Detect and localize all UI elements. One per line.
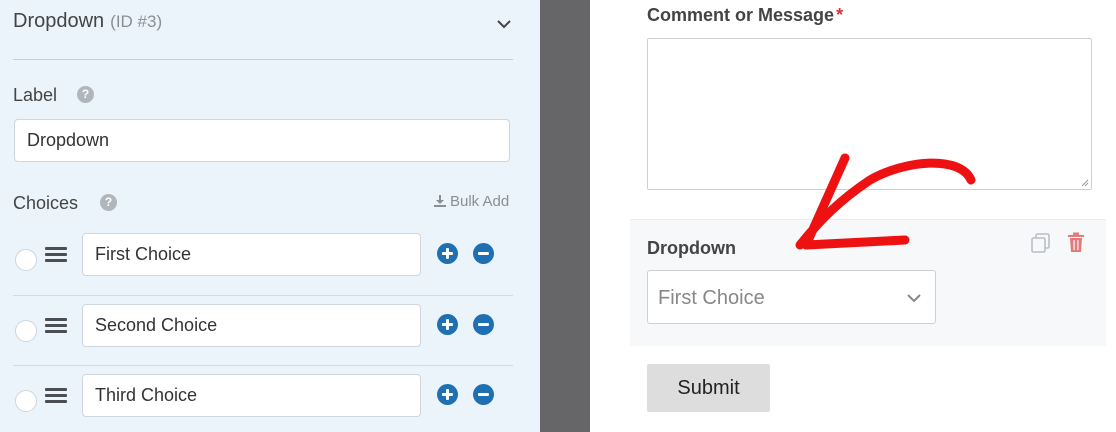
choices-section-title: Choices bbox=[13, 193, 79, 213]
bulk-add-link[interactable]: Bulk Add bbox=[433, 193, 509, 210]
drag-handle-icon[interactable] bbox=[45, 247, 67, 263]
chevron-down-icon[interactable] bbox=[496, 18, 512, 30]
chevron-down-icon bbox=[907, 294, 921, 303]
comment-field-label: Comment or Message * bbox=[647, 5, 843, 26]
choice-input[interactable] bbox=[82, 374, 421, 417]
choice-row bbox=[13, 233, 513, 295]
submit-button[interactable]: Submit bbox=[647, 364, 770, 412]
dropdown-field-label: Dropdown bbox=[647, 238, 736, 258]
required-marker: * bbox=[836, 5, 844, 25]
minus-circle-icon[interactable] bbox=[473, 384, 494, 405]
plus-circle-icon[interactable] bbox=[437, 243, 458, 264]
duplicate-icon[interactable] bbox=[1030, 232, 1052, 254]
field-title: Dropdown bbox=[13, 10, 105, 32]
field-options-header[interactable]: Dropdown (ID #3) bbox=[13, 10, 540, 36]
dropdown-selected-value: First Choice bbox=[658, 287, 765, 309]
choice-row bbox=[13, 365, 513, 432]
help-icon[interactable]: ? bbox=[100, 194, 117, 211]
plus-circle-icon[interactable] bbox=[437, 384, 458, 405]
resize-grip-icon[interactable] bbox=[1081, 179, 1089, 187]
field-id: (ID #3) bbox=[110, 12, 163, 31]
download-icon bbox=[434, 195, 446, 207]
minus-circle-icon[interactable] bbox=[473, 243, 494, 264]
drag-handle-icon[interactable] bbox=[45, 318, 67, 334]
minus-circle-icon[interactable] bbox=[473, 314, 494, 335]
label-input[interactable] bbox=[14, 119, 510, 162]
comment-textarea[interactable] bbox=[647, 38, 1092, 190]
form-preview: Comment or Message * Dropdown First Choic… bbox=[590, 0, 1116, 432]
plus-circle-icon[interactable] bbox=[437, 314, 458, 335]
label-section-title: Label bbox=[13, 85, 58, 105]
field-title-wrap: Dropdown (ID #3) bbox=[13, 10, 162, 33]
trash-icon[interactable] bbox=[1067, 232, 1085, 253]
choice-input[interactable] bbox=[82, 304, 421, 347]
choice-row bbox=[13, 295, 513, 366]
choice-input[interactable] bbox=[82, 233, 421, 276]
drag-handle-icon[interactable] bbox=[45, 388, 67, 404]
bulk-add-label: Bulk Add bbox=[450, 193, 510, 210]
default-choice-radio[interactable] bbox=[15, 390, 37, 412]
help-icon[interactable]: ? bbox=[77, 86, 94, 103]
dropdown-select[interactable]: First Choice bbox=[647, 270, 936, 324]
default-choice-radio[interactable] bbox=[15, 249, 37, 271]
comment-label-text: Comment or Message bbox=[647, 5, 835, 25]
divider bbox=[13, 59, 513, 60]
default-choice-radio[interactable] bbox=[15, 320, 37, 342]
field-options-panel: Dropdown (ID #3) Label ? Choices ? Bulk A… bbox=[0, 0, 540, 432]
dropdown-field-preview[interactable]: Dropdown First Choice bbox=[630, 219, 1106, 346]
panel-divider bbox=[540, 0, 590, 432]
